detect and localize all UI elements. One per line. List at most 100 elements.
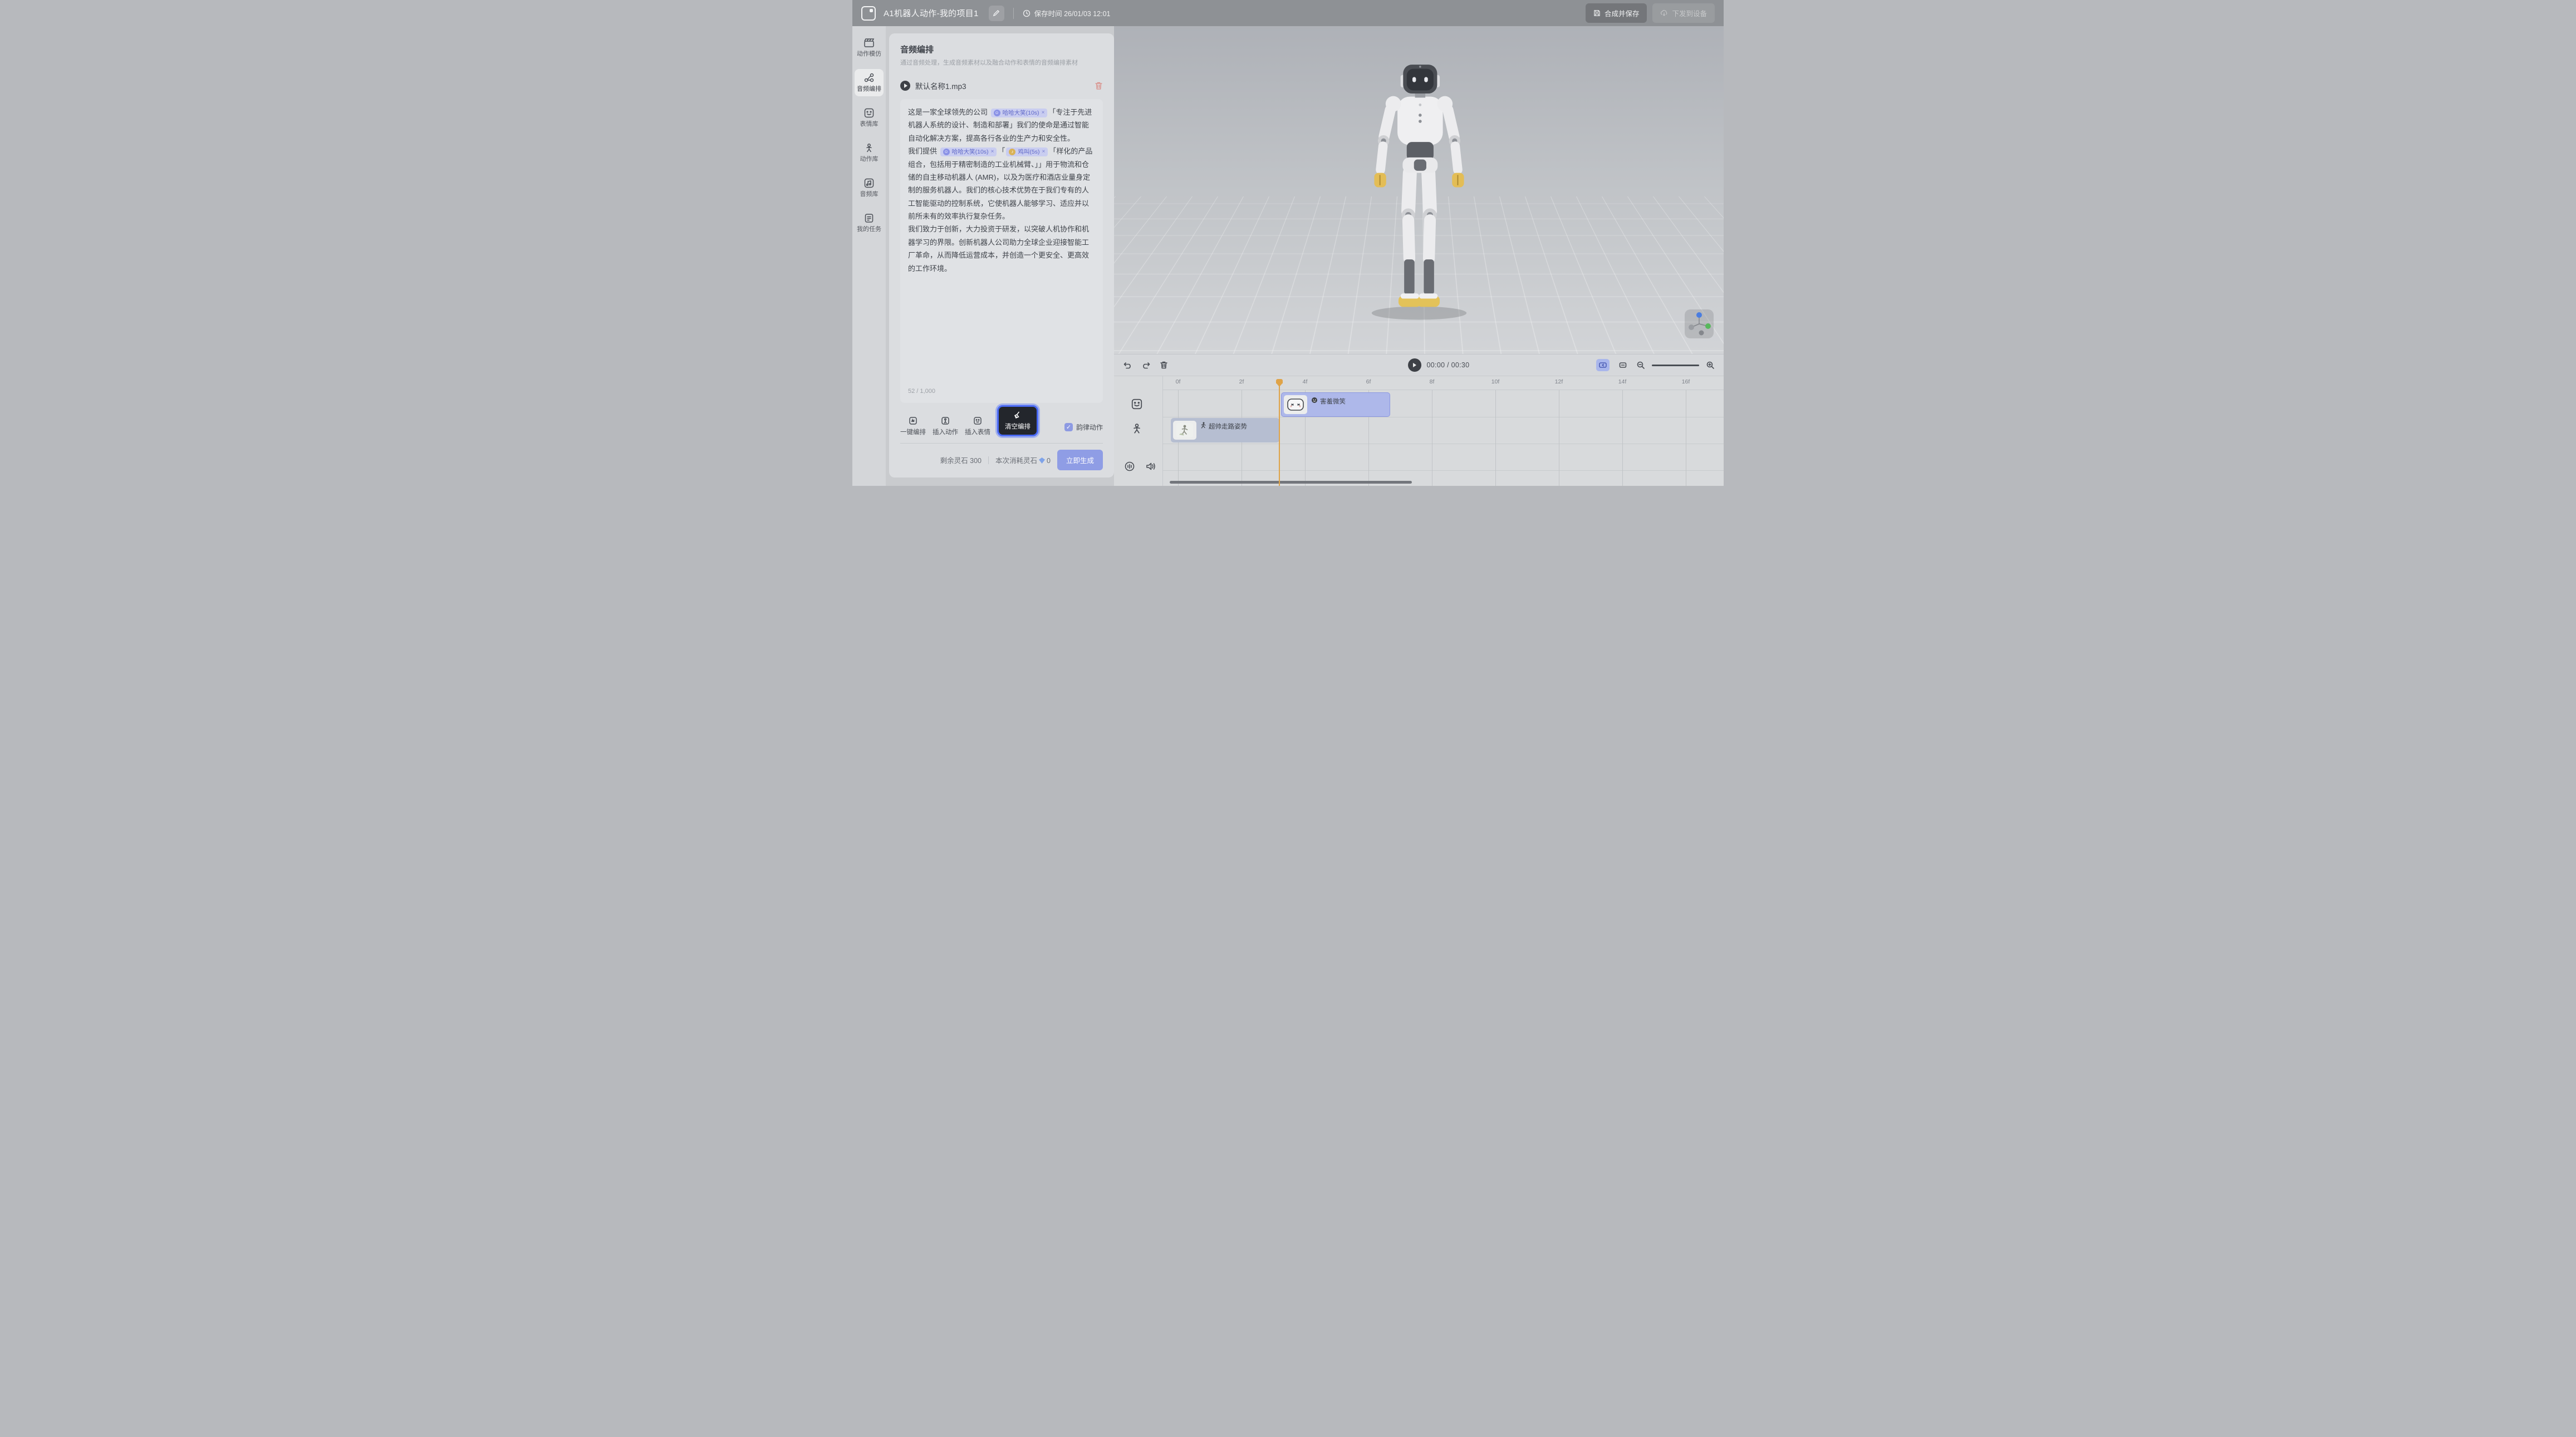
timeline-zoom-slider[interactable] xyxy=(1652,365,1699,366)
voice-track-icon[interactable] xyxy=(1124,461,1135,475)
char-count: 52 / 1,000 xyxy=(908,386,935,397)
track-icon-column xyxy=(1114,376,1163,486)
rhythm-motion-checkbox[interactable]: ✓ 韵律动作 xyxy=(1064,422,1103,432)
redo-icon[interactable] xyxy=(1141,361,1151,370)
panel-title: 音频编排 xyxy=(900,43,1103,55)
generate-now-button[interactable]: 立即生成 xyxy=(1057,450,1103,470)
nav-item-audio-library[interactable]: 音频库 xyxy=(855,174,884,201)
3d-viewport[interactable] xyxy=(1114,26,1724,354)
timeline-ruler[interactable]: 0f 2f 4f 6f 8f 10f 12f 14f 16f xyxy=(1163,376,1724,390)
expression-clip-icon xyxy=(1311,397,1318,403)
save-time: 保存时间 26/01/03 12:01 xyxy=(1023,8,1111,18)
cloud-download-icon xyxy=(1660,9,1668,17)
remove-tag-icon[interactable]: × xyxy=(1042,109,1045,117)
nav-item-expression-library[interactable]: 表情库 xyxy=(855,104,884,131)
ruler-tick: 12f xyxy=(1555,378,1563,385)
insert-action-button[interactable]: 插入动作 xyxy=(933,416,958,436)
clear-arrangement-button[interactable]: 清空编排 xyxy=(997,405,1038,436)
compose-save-button[interactable]: 合成并保存 xyxy=(1586,3,1647,23)
nav-item-audio-arrange[interactable]: 音频编排 xyxy=(855,69,884,96)
nav-label: 表情库 xyxy=(860,121,879,127)
robot-3d-model[interactable] xyxy=(1324,45,1514,323)
timeline-view-controls xyxy=(1596,359,1715,371)
deploy-device-label: 下发到设备 xyxy=(1672,8,1707,18)
left-nav: 动作模仿 音频编排 表情库 动作库 音频库 我的任务 xyxy=(852,26,886,486)
text-segment: 「 xyxy=(998,147,1005,155)
audio-track-icon[interactable] xyxy=(1145,461,1156,475)
nav-item-motion-imitation[interactable]: 动作模仿 xyxy=(855,34,884,61)
expression-clip[interactable]: 害羞微笑 xyxy=(1281,392,1390,417)
project-title: A1机器人动作-我的项目1 xyxy=(884,7,979,19)
action-clip[interactable]: 超帅走路姿势 xyxy=(1171,418,1279,442)
insert-expression-button[interactable]: 插入表情 xyxy=(965,416,990,436)
tag-label: 鸡叫(5s) xyxy=(1018,147,1039,156)
action-clip-label: 超帅走路姿势 xyxy=(1209,422,1247,431)
auto-scroll-toggle[interactable] xyxy=(1596,359,1610,371)
robot-shadow xyxy=(1371,306,1466,319)
undo-icon[interactable] xyxy=(1123,361,1132,370)
insert-expression-icon xyxy=(973,416,982,425)
laugh-expression-icon: ☺ xyxy=(943,149,950,155)
timeline-body[interactable]: 0f 2f 4f 6f 8f 10f 12f 14f 16f xyxy=(1163,376,1724,486)
gizmo-y-axis xyxy=(1696,312,1702,318)
tag-label: 哈哈大笑(10s) xyxy=(952,147,989,156)
timeline-play-button[interactable] xyxy=(1408,358,1421,372)
horizontal-scrollbar[interactable] xyxy=(1170,481,1412,484)
script-editor[interactable]: 这是一家全球领先的公司 ☺哈哈大笑(10s)×「专注于先进机器人系统的设计、制造… xyxy=(900,99,1103,403)
laugh-expression-icon: ☺ xyxy=(994,110,1000,116)
nav-item-action-library[interactable]: 动作库 xyxy=(855,139,884,166)
fit-timeline-button[interactable] xyxy=(1616,359,1630,371)
timeline-panel: 0f 2f 4f 6f 8f 10f 12f 14f 16f xyxy=(1114,376,1724,486)
playhead[interactable] xyxy=(1279,384,1280,486)
audio-file-name: 默认名称1.mp3 xyxy=(915,80,966,91)
delete-audio-button[interactable] xyxy=(1095,81,1103,90)
action-clip-icon xyxy=(1200,422,1206,429)
expression-tag[interactable]: ☺哈哈大笑(10s)× xyxy=(991,109,1048,117)
text-segment: 「样化的产品组合，包括用于精密制造的工业机械臂、」」用于物流和仓储的自主移动机器… xyxy=(908,147,1092,273)
orientation-gizmo[interactable] xyxy=(1685,309,1714,338)
audio-file-row: 默认名称1.mp3 xyxy=(900,80,1103,91)
remaining-gems: 剩余灵石 300 xyxy=(940,455,982,465)
timeline-tracks[interactable]: 害羞微笑 超帅走路姿势 xyxy=(1163,390,1724,486)
ruler-tick: 16f xyxy=(1682,378,1690,385)
remove-tag-icon[interactable]: × xyxy=(1042,147,1046,156)
gizmo-x-axis xyxy=(1705,323,1711,329)
nav-label: 动作库 xyxy=(860,156,879,163)
nav-label: 音频编排 xyxy=(857,86,881,92)
clapperboard-icon xyxy=(863,38,875,48)
ruler-tick: 2f xyxy=(1239,378,1244,385)
checkbox-checked-icon: ✓ xyxy=(1064,423,1073,431)
nav-label: 动作模仿 xyxy=(857,51,881,57)
compose-save-label: 合成并保存 xyxy=(1605,8,1640,18)
sound-effect-tag[interactable]: ♪鸡叫(5s)× xyxy=(1006,147,1048,156)
action-track-icon[interactable] xyxy=(1131,423,1143,437)
cost-value: 0 xyxy=(1047,457,1051,465)
expression-thumbnail xyxy=(1284,395,1307,414)
nav-item-my-tasks[interactable]: 我的任务 xyxy=(855,209,884,237)
panel-footer: 剩余灵石 300 本次消耗灵石0 立即生成 xyxy=(900,443,1103,478)
expression-track-icon[interactable] xyxy=(1131,398,1143,412)
sound-effect-icon: ♪ xyxy=(1009,149,1015,155)
nav-label: 我的任务 xyxy=(857,226,881,233)
deploy-device-button[interactable]: 下发到设备 xyxy=(1652,3,1715,23)
zoom-out-icon[interactable] xyxy=(1636,361,1645,370)
one-click-arrange-button[interactable]: 一键编排 xyxy=(900,416,926,436)
expression-tag[interactable]: ☺哈哈大笑(10s)× xyxy=(940,147,997,156)
pencil-icon xyxy=(993,9,1000,17)
divider xyxy=(988,456,989,464)
ruler-tick: 14f xyxy=(1618,378,1627,385)
insert-action-icon xyxy=(941,416,950,425)
gizmo-z-axis xyxy=(1689,324,1694,330)
delete-clip-icon[interactable] xyxy=(1160,361,1168,370)
remove-tag-icon[interactable]: × xyxy=(991,147,994,156)
button-label: 插入动作 xyxy=(933,427,958,436)
track-separator xyxy=(1163,470,1724,471)
audio-arrange-icon xyxy=(863,73,875,83)
audio-play-button[interactable] xyxy=(900,81,910,91)
top-bar: A1机器人动作-我的项目1 保存时间 26/01/03 12:01 合成并保存 … xyxy=(852,0,1724,26)
rename-project-button[interactable] xyxy=(989,6,1004,21)
app-window: A1机器人动作-我的项目1 保存时间 26/01/03 12:01 合成并保存 … xyxy=(852,0,1724,486)
save-icon xyxy=(1593,9,1601,17)
topbar-actions: 合成并保存 下发到设备 xyxy=(1586,3,1715,23)
zoom-in-icon[interactable] xyxy=(1706,361,1715,370)
